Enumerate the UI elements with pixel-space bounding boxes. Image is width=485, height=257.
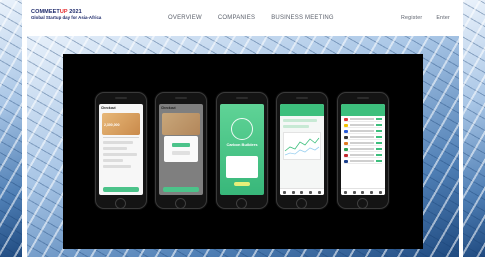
phone-screen: Checkout: [159, 104, 203, 195]
tab-bar: [280, 188, 324, 195]
home-button: [236, 198, 247, 209]
home-button: [296, 198, 307, 209]
dashboard-header: [280, 104, 324, 116]
phone-screen: [280, 104, 324, 195]
line-chart-image: [283, 132, 321, 160]
building-background-image: [463, 0, 485, 257]
phone-speaker: [296, 97, 308, 99]
home-button: [115, 198, 126, 209]
site-header: COMMEETUP 2021 Global Startup day for As…: [27, 0, 459, 36]
screen-header: Checkout: [101, 105, 116, 110]
phone-mockup-checkout-modal: Checkout: [155, 92, 207, 209]
tab-bar: [341, 188, 385, 195]
site-logo[interactable]: COMMEETUP 2021 Global Startup day for As…: [31, 9, 102, 20]
main-nav: OVERVIEW COMPANIES BUSINESS MEETING: [168, 15, 350, 21]
phone-screen: [341, 104, 385, 195]
home-button: [357, 198, 368, 209]
register-link[interactable]: Register: [401, 15, 422, 21]
brand-name: Carbon Builders: [226, 142, 258, 147]
nav-companies[interactable]: COMPANIES: [218, 15, 255, 21]
phone-mockup-splash: Carbon Builders: [216, 92, 268, 209]
phone-mockup-dashboard: [276, 92, 328, 209]
phone-screen: Carbon Builders: [220, 104, 264, 195]
phone-screen: Checkout 2,300,000: [99, 104, 143, 195]
logo-subtitle: Global Startup day for Asia-Africa: [31, 14, 102, 20]
next-slide-peek[interactable]: [463, 0, 485, 257]
app-showcase-image: Checkout 2,300,000 Checkout Carbon Build…: [63, 54, 423, 249]
building-background-image: [0, 0, 22, 257]
phone-speaker: [357, 97, 369, 99]
home-button: [175, 198, 186, 209]
brand-logo-icon: [231, 118, 253, 140]
confirm-modal: [164, 136, 198, 162]
start-button: [234, 182, 250, 186]
previous-slide-peek[interactable]: [0, 0, 22, 257]
list-header: [341, 104, 385, 116]
payment-card: 2,300,000: [102, 113, 140, 135]
current-slide: COMMEETUP 2021 Global Startup day for As…: [27, 0, 459, 257]
auth-nav: Register Enter: [401, 15, 459, 21]
phone-speaker: [115, 97, 127, 99]
phone-mockup-checkout: Checkout 2,300,000: [95, 92, 147, 209]
phone-speaker: [175, 97, 187, 99]
phone-mockup-list: [337, 92, 389, 209]
login-card: [226, 156, 258, 178]
phone-speaker: [236, 97, 248, 99]
enter-link[interactable]: Enter: [436, 15, 450, 21]
nav-overview[interactable]: OVERVIEW: [168, 15, 202, 21]
pay-button: [103, 187, 139, 192]
nav-business-meeting[interactable]: BUSINESS MEETING: [271, 15, 334, 21]
